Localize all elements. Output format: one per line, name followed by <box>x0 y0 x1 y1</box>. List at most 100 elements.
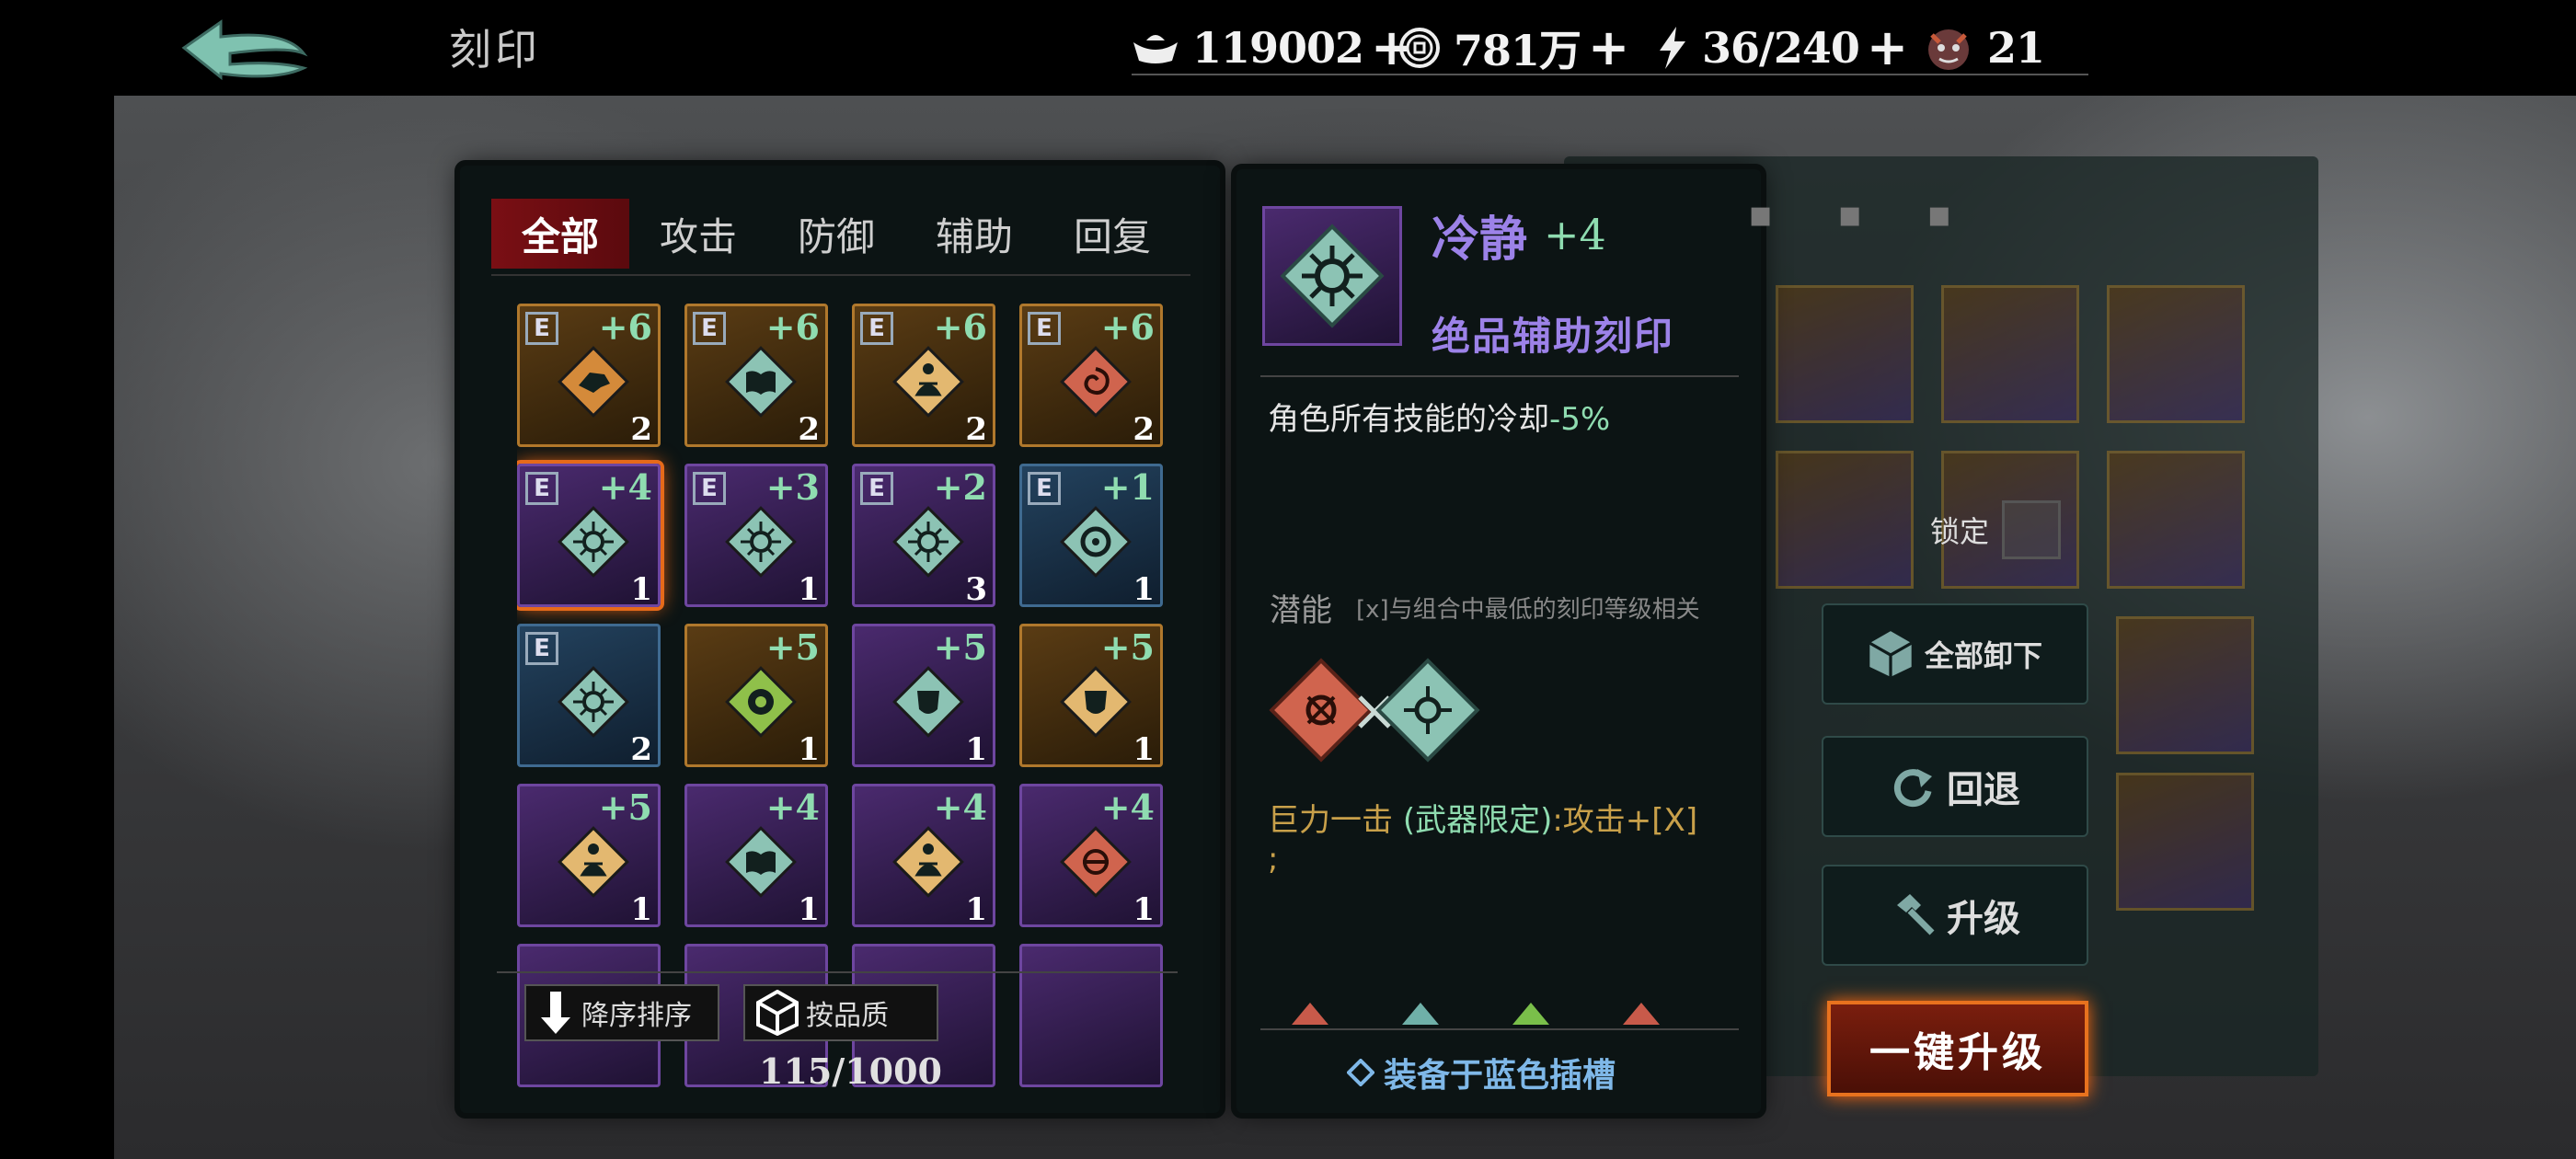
equipment-tile <box>2107 451 2245 589</box>
equipped-badge: E <box>693 312 726 345</box>
inscription-level: +6 <box>1100 306 1155 348</box>
inscription-orb-icon <box>725 666 797 738</box>
down-arrow-icon <box>541 992 570 1034</box>
resource-underline <box>1132 74 2088 75</box>
inscription-book-icon <box>725 346 797 418</box>
coin-plus[interactable]: + <box>1588 23 1629 73</box>
inscription-level: +2 <box>933 466 987 508</box>
inscription-slot[interactable]: +5 1 <box>684 624 828 768</box>
tab-all[interactable]: 全部 <box>491 199 629 269</box>
inscription-slot[interactable]: +4 1 <box>684 784 828 928</box>
green-slot-icon <box>1512 1003 1549 1025</box>
diamond-icon <box>1347 1059 1374 1086</box>
inscription-level: +6 <box>598 306 652 348</box>
cube-icon <box>1869 631 1913 677</box>
inscription-ring-icon <box>1060 506 1132 578</box>
inscription-slot[interactable]: E +6 2 <box>852 304 995 448</box>
inscription-count: 1 <box>798 571 820 608</box>
effect-name: 巨力一击 <box>1268 802 1393 839</box>
energy-resource[interactable]: 36/240 + <box>1656 20 1908 75</box>
lock-checkbox[interactable] <box>2002 500 2062 559</box>
inscription-slot[interactable]: E +3 1 <box>684 464 828 608</box>
inscription-slot[interactable]: +5 1 <box>517 784 661 928</box>
sort-descending-button[interactable]: 降序排序 <box>524 984 719 1041</box>
rollback-button[interactable]: 回退 <box>1822 736 2088 837</box>
inscription-count: 2 <box>965 411 987 448</box>
inscription-level: +4 <box>1100 786 1155 828</box>
description-value: -5% <box>1549 401 1611 438</box>
inscription-quality: 绝品辅助刻印 <box>1432 314 1675 359</box>
tab-recovery[interactable]: 回复 <box>1043 199 1181 269</box>
silver-value: 119002 <box>1192 23 1364 73</box>
tab-defense[interactable]: 防御 <box>767 199 905 269</box>
inscription-slot-selected[interactable]: E +4 1 <box>517 464 661 608</box>
inscription-book-icon <box>725 826 797 898</box>
inscription-count: 1 <box>798 891 820 928</box>
inscription-level: +4 <box>598 466 652 508</box>
inscription-slot[interactable]: E +6 2 <box>517 304 661 448</box>
inscription-level: +1 <box>1100 466 1155 508</box>
inventory-count: 115/1000 <box>759 1050 942 1092</box>
coin-value: 781万 <box>1454 26 1581 75</box>
inscription-slot[interactable]: +5 1 <box>852 624 995 768</box>
sort-by-quality-button[interactable]: 按品质 <box>743 984 938 1041</box>
one-click-upgrade-button[interactable]: 一键升级 <box>1827 1001 2088 1096</box>
tab-divider <box>491 274 1190 276</box>
tab-attack[interactable]: 攻击 <box>629 199 767 269</box>
inscription-slot[interactable]: E +6 2 <box>1019 304 1163 448</box>
inscription-slot[interactable]: +4 1 <box>852 784 995 928</box>
inscription-sun-icon <box>558 506 629 578</box>
inscription-count: 1 <box>1133 891 1155 928</box>
combo-icons <box>1269 658 1480 763</box>
inscription-level: +5 <box>933 626 987 668</box>
upgrade-button[interactable]: 升级 <box>1822 865 2088 966</box>
demon-value: 21 <box>1987 23 2045 73</box>
effect-value: :攻击+[X] <box>1552 802 1698 839</box>
unequip-all-button[interactable]: 全部卸下 <box>1822 603 2088 705</box>
inscription-level: +4 <box>1544 210 1606 259</box>
inscription-slot-partial[interactable] <box>1019 944 1163 1087</box>
inscription-slot[interactable]: E2 <box>517 624 661 768</box>
inscription-slot[interactable]: +5 1 <box>1019 624 1163 768</box>
equipment-tile <box>2116 773 2254 911</box>
inscription-slot[interactable]: E +6 2 <box>684 304 828 448</box>
effect-tag: (武器限定) <box>1402 802 1553 839</box>
inscription-sun-icon <box>558 666 629 738</box>
inscription-sun-icon <box>725 506 797 578</box>
equipment-tile <box>2107 285 2245 423</box>
lock-toggle[interactable]: 锁定 <box>1930 500 2062 559</box>
coin-resource[interactable]: 781万 + <box>1398 20 1629 75</box>
inscription-description: 角色所有技能的冷却-5% <box>1268 394 1610 439</box>
inscription-sun-icon <box>892 506 964 578</box>
inscription-count: 1 <box>1133 731 1155 768</box>
effect-terminator: ; <box>1268 841 1279 878</box>
inscription-mask-icon <box>1060 666 1132 738</box>
tab-support[interactable]: 辅助 <box>905 199 1043 269</box>
equipped-badge: E <box>693 472 726 505</box>
upgrade-label: 升级 <box>1947 897 2020 940</box>
teal-slot-icon <box>1402 1003 1439 1025</box>
hammer-icon <box>1897 894 1935 935</box>
inscription-figure-icon <box>558 826 629 898</box>
back-arrow-icon[interactable] <box>175 13 313 86</box>
inscription-level: +5 <box>765 626 820 668</box>
inscription-slot[interactable]: E +1 1 <box>1019 464 1163 608</box>
silver-resource[interactable]: 119002 + <box>1132 20 1412 75</box>
equipment-tile <box>1941 285 2079 423</box>
inscription-slot[interactable]: +4 1 <box>1019 784 1163 928</box>
inventory-divider <box>497 971 1178 973</box>
equip-tab-1: ▪ <box>1748 193 1774 235</box>
inscription-slot[interactable]: E +2 3 <box>852 464 995 608</box>
description-text: 角色所有技能的冷却 <box>1268 401 1549 438</box>
demon-resource[interactable]: 21 <box>1923 20 2045 75</box>
inscription-level: +4 <box>765 786 820 828</box>
rollback-label: 回退 <box>1947 768 2020 811</box>
inscription-level: +4 <box>933 786 987 828</box>
red-rune-icon <box>1269 658 1374 763</box>
silver-ingot-icon <box>1133 35 1178 63</box>
top-bar: 刻印 119002 + 781万 + 36/240 + 21 <box>0 0 2576 96</box>
inscription-swirl-icon <box>1060 346 1132 418</box>
energy-plus[interactable]: + <box>1867 23 1908 73</box>
inscription-mask-icon <box>892 666 964 738</box>
inscription-count: 3 <box>965 571 987 608</box>
